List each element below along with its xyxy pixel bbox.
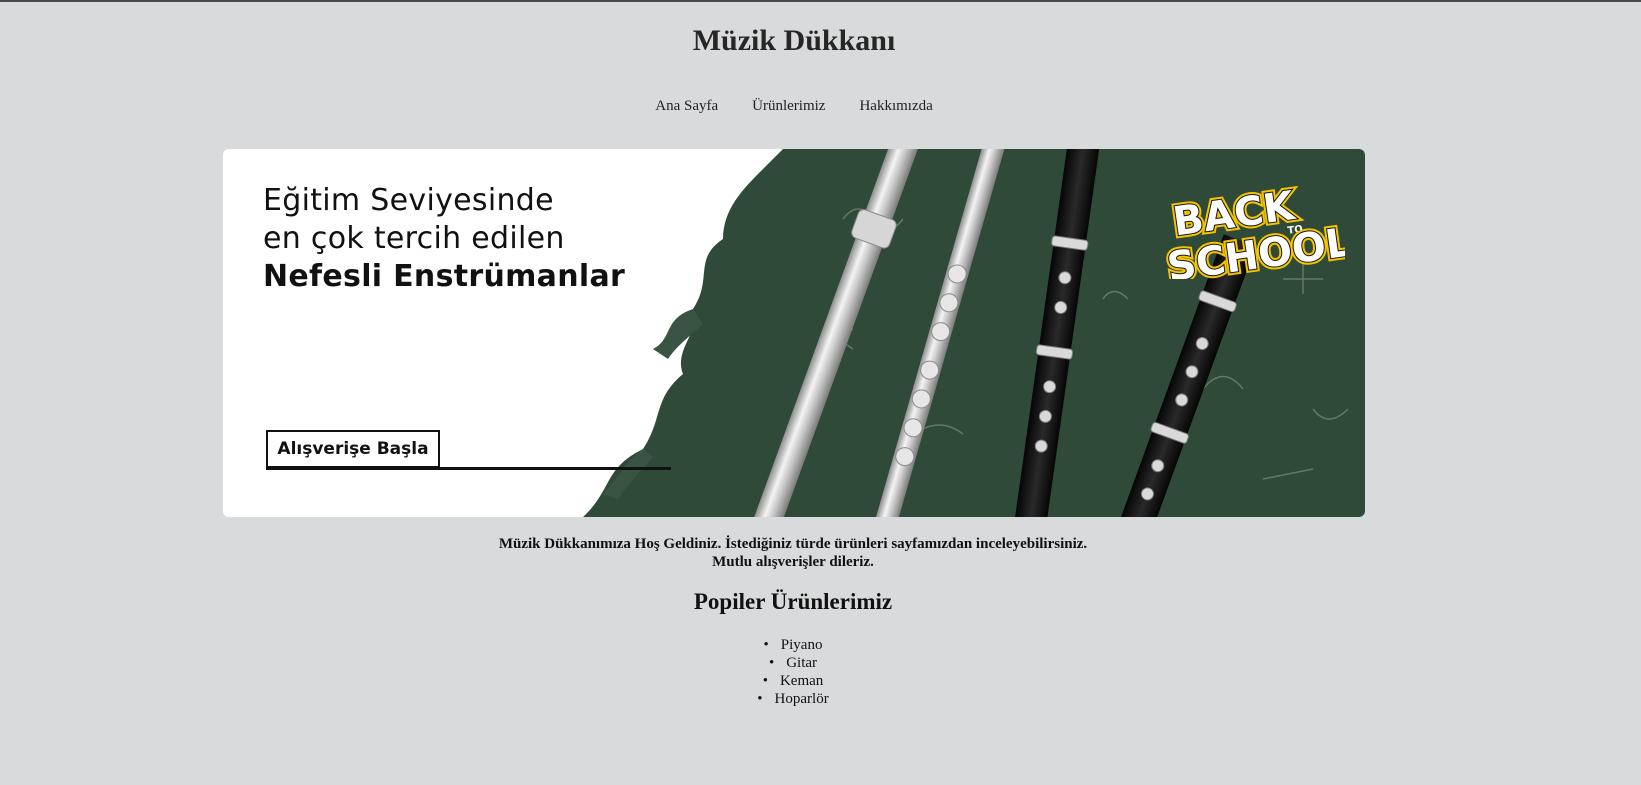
list-item: • Hoparlör	[757, 691, 829, 707]
nav-item-home[interactable]: Ana Sayfa	[638, 98, 735, 115]
welcome-message: Müzik Dükkanımıza Hoş Geldiniz. İstediği…	[0, 535, 1586, 571]
site-title: Müzik Dükkanı	[692, 24, 896, 57]
bullet-icon: •	[757, 691, 763, 707]
bullet-icon: •	[763, 637, 769, 653]
welcome-line-2: Mutlu alışverişler dileriz.	[712, 554, 874, 570]
list-item: • Gitar	[768, 655, 818, 671]
button-underline	[266, 467, 671, 470]
nav-item-about[interactable]: Hakkımızda	[842, 98, 949, 115]
banner-line-3: Nefesli Enstrümanlar	[263, 259, 626, 294]
nav-item-products[interactable]: Ürünlerimiz	[735, 98, 842, 115]
banner-headline: Eğitim Seviyesinde en çok tercih edilen …	[263, 182, 625, 296]
hero-banner[interactable]: Eğitim Seviyesinde en çok tercih edilen …	[223, 149, 1365, 517]
popular-products-list: • Piyano • Gitar • Keman • Hoparlör	[0, 636, 1586, 708]
bullet-icon: •	[762, 673, 768, 689]
popular-products-title: Popiler Ürünlerimiz	[693, 589, 893, 614]
back-to-school-badge: BACK BACK TO SCHOOL SCHOOL	[1161, 180, 1345, 279]
bullet-icon: •	[768, 655, 775, 671]
main-nav: Ana Sayfa Ürünlerimiz Hakkımızda	[0, 98, 1588, 115]
banner-line-1: Eğitim Seviyesinde	[263, 183, 554, 218]
list-item: • Keman	[762, 673, 824, 689]
list-item: • Piyano	[763, 637, 823, 653]
start-shopping-button[interactable]: Alışverişe Başla	[266, 430, 440, 468]
banner-line-2: en çok tercih edilen	[263, 221, 565, 256]
welcome-line-1: Müzik Dükkanımıza Hoş Geldiniz. İstediği…	[498, 536, 1088, 552]
